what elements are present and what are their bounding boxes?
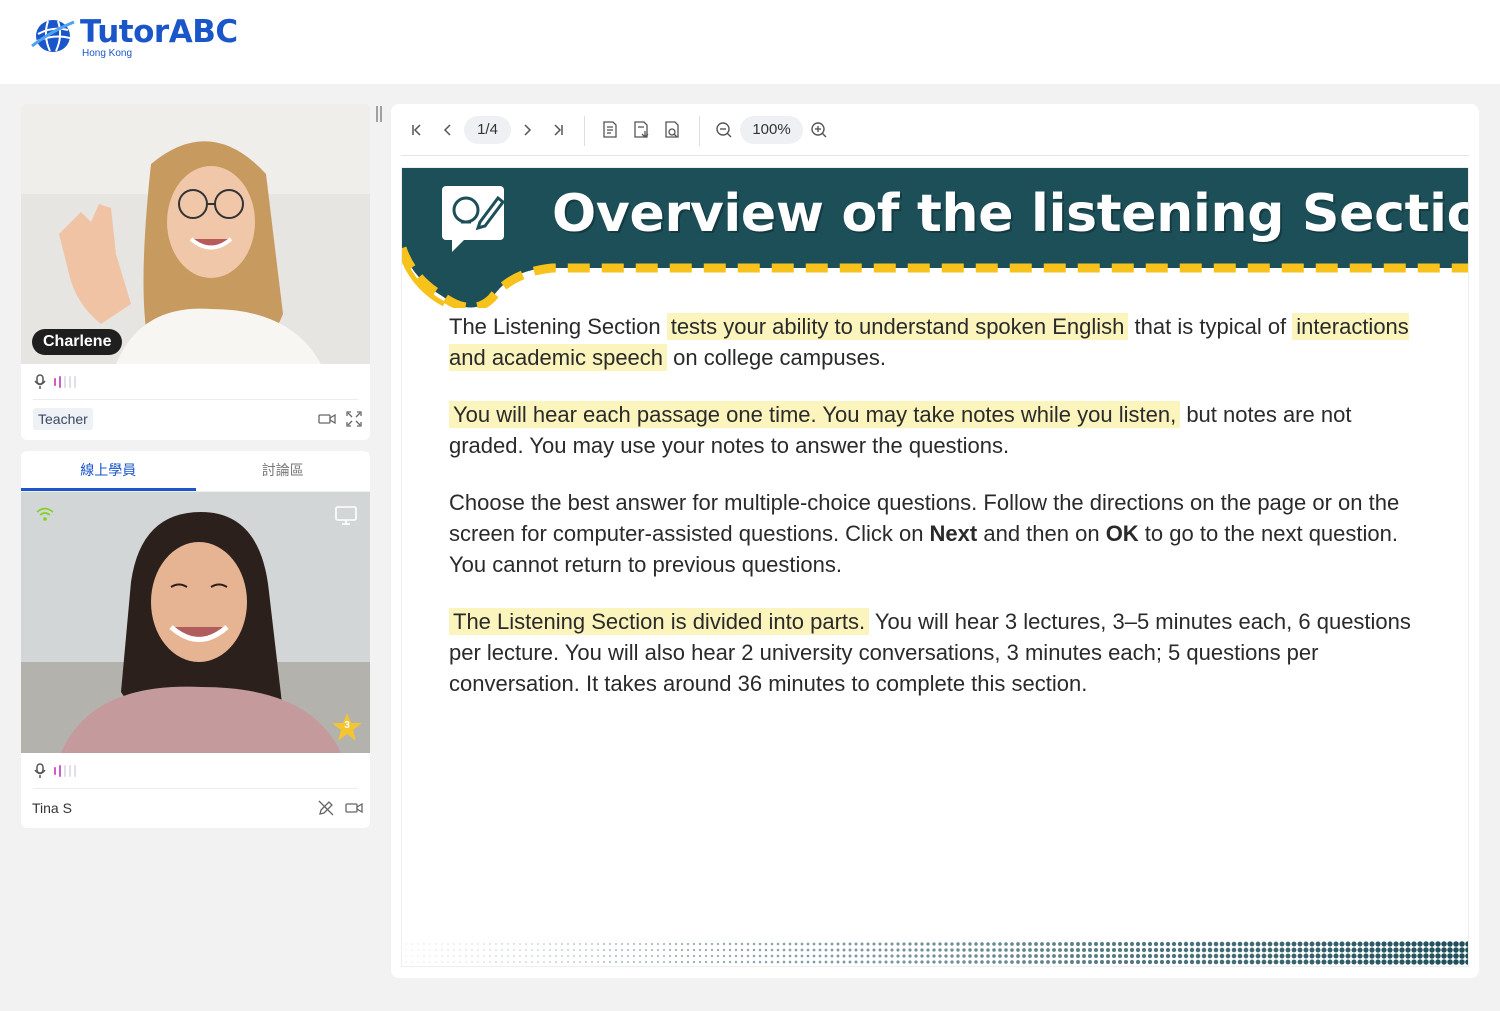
chevron-right-icon	[524, 124, 532, 136]
zoom-out-icon	[716, 122, 732, 138]
video-camera-icon[interactable]	[345, 801, 363, 815]
slide-page: Overview of the listening Section The Li…	[401, 167, 1469, 967]
globe-logo-icon	[31, 20, 75, 52]
tutorabc-logo[interactable]: TutorABC Hong Kong	[30, 14, 238, 59]
document-search-icon	[665, 121, 679, 138]
zoom-level[interactable]: 100%	[740, 116, 803, 144]
document-download-icon	[634, 121, 649, 138]
student-name: Tina S	[32, 800, 72, 816]
last-page-icon	[554, 124, 563, 136]
toolbar-separator	[584, 116, 585, 146]
zoom-in-button[interactable]	[807, 118, 831, 142]
p3-text-middle: and then on	[977, 521, 1106, 546]
slide-paragraph-2: You will hear each passage one time. You…	[449, 399, 1429, 461]
teacher-video: Charlene	[21, 104, 370, 364]
document-list-icon	[603, 121, 617, 138]
app-header: TutorABC Hong Kong	[0, 0, 1500, 84]
student-video: 3	[21, 492, 370, 753]
microphone-icon	[34, 763, 46, 778]
page-indicator[interactable]: 1/4	[464, 116, 511, 144]
wifi-icon	[36, 507, 54, 521]
star-badge: 3	[331, 712, 363, 742]
audio-level-meter	[54, 765, 76, 777]
p1-text-end: on college campuses.	[667, 345, 886, 370]
toolbar-rule	[401, 155, 1469, 156]
slide-title: Overview of the listening Section	[552, 184, 1469, 244]
panel-resize-handle[interactable]	[376, 106, 384, 124]
slide-paragraph-3: Choose the best answer for multiple-choi…	[449, 487, 1429, 580]
tab-online-students[interactable]: 線上學員	[21, 451, 196, 491]
p1-highlight-1: tests your ability to understand spoken …	[666, 313, 1129, 340]
teacher-role-badge: Teacher	[33, 408, 93, 430]
viewer-toolbar: 1/4 100%	[391, 104, 1479, 156]
tab-discussion[interactable]: 討論區	[196, 451, 371, 491]
microphone-icon	[34, 374, 46, 389]
teacher-name-tag: Charlene	[32, 329, 123, 355]
audio-level-meter	[54, 376, 76, 388]
teacher-audio-indicator	[33, 371, 76, 393]
slide-footer-dots	[405, 941, 1468, 965]
student-divider	[33, 788, 358, 789]
students-card: 線上學員 討論區 3 Tina S	[21, 451, 370, 828]
toolbar-separator	[699, 116, 700, 146]
student-audio-indicator	[33, 760, 76, 782]
previous-page-button[interactable]	[436, 118, 460, 142]
document-viewer: 1/4 100% Overview of the listening Secti…	[391, 104, 1479, 978]
slide-body: The Listening Section tests your ability…	[449, 311, 1429, 725]
teacher-divider	[33, 399, 358, 400]
brand-name: TutorABC	[80, 14, 238, 50]
teacher-card: Charlene Teacher	[21, 104, 370, 440]
pen-disabled-icon[interactable]	[317, 799, 335, 817]
zoom-out-button[interactable]	[712, 118, 736, 142]
p1-text-middle: that is typical of	[1128, 314, 1293, 339]
video-camera-icon[interactable]	[318, 412, 336, 426]
p3-bold-next: Next	[929, 521, 978, 546]
document-list-button[interactable]	[598, 118, 622, 142]
last-page-button[interactable]	[546, 118, 570, 142]
screen-share-icon[interactable]	[335, 506, 357, 526]
teacher-video-frame	[21, 104, 370, 364]
next-page-button[interactable]	[515, 118, 539, 142]
chevron-left-icon	[443, 124, 451, 136]
students-tabs: 線上學員 討論區	[21, 451, 370, 492]
p4-highlight: The Listening Section is divided into pa…	[449, 608, 870, 635]
document-search-button[interactable]	[660, 118, 684, 142]
slide-paragraph-1: The Listening Section tests your ability…	[449, 311, 1429, 373]
p3-bold-ok: OK	[1105, 521, 1139, 546]
first-page-button[interactable]	[405, 118, 429, 142]
p1-text-start: The Listening Section	[449, 314, 667, 339]
teacher-controls	[318, 411, 362, 427]
first-page-icon	[412, 124, 421, 136]
document-download-button[interactable]	[629, 118, 653, 142]
slide-paragraph-4: The Listening Section is divided into pa…	[449, 606, 1429, 699]
p2-highlight: You will hear each passage one time. You…	[449, 401, 1181, 428]
fullscreen-icon[interactable]	[346, 411, 362, 427]
zoom-in-icon	[811, 122, 827, 138]
student-video-frame	[21, 492, 370, 753]
star-count: 3	[344, 720, 350, 731]
student-controls	[317, 799, 363, 817]
